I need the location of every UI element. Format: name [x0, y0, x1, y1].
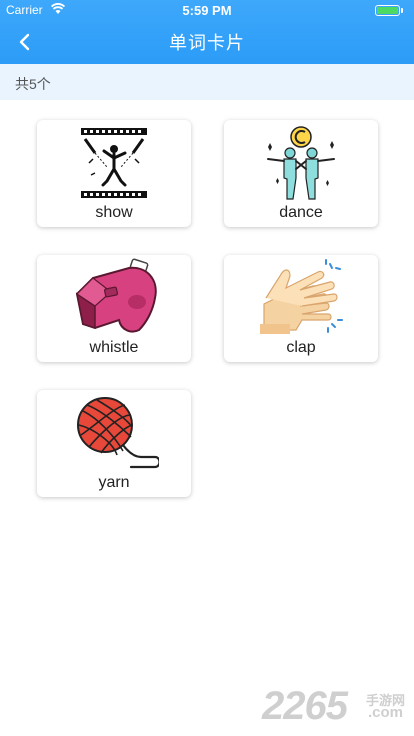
card-word: show	[95, 204, 133, 221]
page-title: 单词卡片	[169, 33, 245, 53]
word-card-show[interactable]: show	[37, 120, 191, 227]
card-word: whistle	[89, 339, 139, 356]
clapping-hands-icon	[260, 259, 343, 334]
card-word: dance	[279, 204, 323, 221]
count-label: 共5个	[0, 64, 414, 100]
battery-nub	[401, 8, 403, 13]
nav-header: Carrier 5:59 PM 单词卡片	[0, 0, 414, 64]
battery-icon	[375, 5, 400, 16]
watermark-logo: 2265 手游网 .com	[262, 684, 412, 728]
word-card-dance[interactable]: dance	[224, 120, 378, 227]
card-word: clap	[286, 339, 316, 356]
yarn-ball-icon	[77, 397, 159, 469]
watermark-number: 2265	[262, 684, 348, 728]
watermark-domain: .com	[368, 704, 404, 721]
clock: 5:59 PM	[182, 3, 232, 18]
word-card-whistle[interactable]: whistle	[37, 255, 191, 362]
word-card-clap[interactable]: clap	[224, 255, 378, 362]
word-card-yarn[interactable]: yarn	[37, 390, 191, 497]
card-word: yarn	[98, 474, 130, 491]
dancers-icon	[267, 126, 335, 200]
whistle-icon	[75, 258, 157, 333]
status-bar: Carrier 5:59 PM	[0, 0, 414, 20]
show-stage-icon	[81, 128, 147, 198]
